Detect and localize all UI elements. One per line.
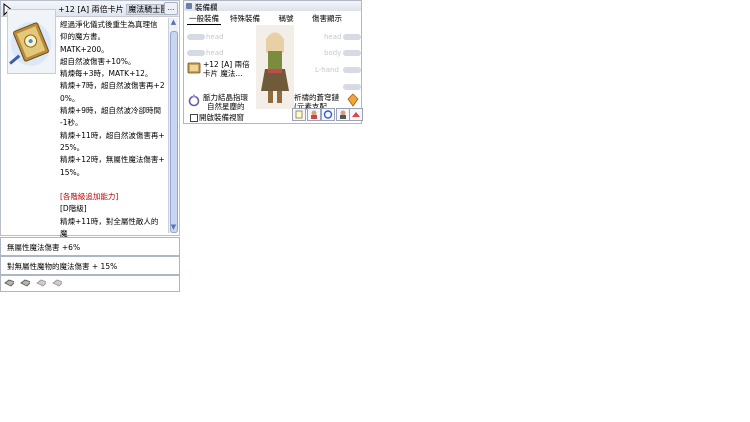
desc-grade-heading: [各階級追加能力] [60, 192, 119, 202]
open-equip-window-checkbox[interactable] [190, 114, 198, 122]
costume-icon[interactable] [336, 108, 350, 121]
item-title: +12 [A] 兩倍卡片 魔法騎士團 [58, 4, 171, 15]
equip-title: 裝備欄 [195, 3, 218, 12]
equipped-item-name[interactable]: +12 [A] 兩倍 卡片 魔法... [203, 60, 250, 78]
character-icon[interactable] [307, 108, 321, 121]
scrollbar-thumb[interactable] [170, 31, 178, 233]
slot-label: L-hand [315, 66, 339, 74]
desc-line: 精煉+12時，無屬性魔法傷害+ [60, 155, 165, 165]
shoes-icon[interactable] [349, 108, 363, 121]
open-equip-window-label: 開啟裝備視窗 [199, 113, 244, 122]
memo-icon[interactable] [292, 108, 306, 121]
card-slot-icon[interactable] [52, 279, 62, 287]
desc-line: -1秒。 [60, 118, 83, 128]
card-slot-row [0, 275, 180, 292]
more-button[interactable]: ... [164, 2, 178, 15]
swap-icon[interactable] [321, 108, 335, 121]
option-text: 無屬性魔法傷害 +6% [7, 243, 81, 252]
character-sprite [261, 32, 289, 103]
scroll-down-icon[interactable]: ▼ [169, 223, 178, 232]
desc-line: 精煉+7時，超自然波傷害再+2 [60, 81, 165, 91]
equip-slot[interactable] [343, 50, 361, 56]
tab-title[interactable]: 稱號 [274, 13, 298, 24]
equip-slot[interactable] [343, 84, 361, 90]
desc-line: 仰的魔方書。 [60, 32, 105, 42]
desc-line: 15%。 [60, 167, 85, 177]
item-image [7, 9, 56, 74]
desc-line: 精煉+9時，超自然波冷卻時間 [60, 106, 162, 116]
equip-slot[interactable] [187, 50, 205, 56]
item-description-window: +12 [A] 兩倍卡片 魔法騎士團 ... 經過淨化儀式後重生為真理信 仰的魔… [0, 0, 180, 238]
slot-label: head [206, 49, 224, 57]
amulet-icon[interactable] [346, 93, 360, 107]
desc-line: 0%。 [60, 93, 80, 103]
option-text: 對無屬性魔物的魔法傷害 + 15% [7, 262, 118, 271]
card-slot-icon[interactable] [36, 279, 46, 287]
slot-label: body [324, 49, 342, 57]
tab-special-equipment[interactable]: 特殊裝備 [227, 13, 263, 24]
window-icon [186, 3, 192, 9]
desc-line: 精煉+11時，超自然波傷害再+ [60, 130, 165, 140]
scroll-up-icon[interactable]: ▲ [169, 18, 178, 27]
desc-line: MATK+200。 [60, 44, 109, 54]
ring-icon[interactable] [187, 93, 201, 107]
desc-line [60, 179, 165, 191]
card-book-icon[interactable] [186, 60, 202, 76]
desc-line: 經過淨化儀式後重生為真理信 [60, 20, 158, 29]
card-slot-icon[interactable] [20, 279, 30, 287]
description-scrollbar[interactable]: ▲ ▼ [168, 18, 178, 233]
equip-slot[interactable] [343, 67, 361, 73]
tab-damage-display[interactable]: 傷害顯示 [308, 13, 346, 24]
item-description: 經過淨化儀式後重生為真理信 仰的魔方書。 MATK+200。 超自然波傷害+10… [60, 19, 165, 240]
item-option-row: 對無屬性魔物的魔法傷害 + 15% [0, 256, 180, 275]
equip-slot[interactable] [343, 34, 361, 40]
desc-line: [D階級] [60, 204, 87, 214]
slot-label: head [324, 33, 342, 41]
magic-book-icon [9, 22, 51, 66]
item-option-row: 無屬性魔法傷害 +6% [0, 237, 180, 256]
equip-slot[interactable] [187, 34, 205, 40]
equipped-accessory-name[interactable]: 脈力結晶指環 自然星塵的 [203, 93, 248, 111]
tab-general-equipment[interactable]: 一般裝備 [187, 13, 221, 25]
card-slot-icon[interactable] [4, 279, 14, 287]
slot-label: head [206, 33, 224, 41]
desc-line: 25%。 [60, 142, 85, 152]
desc-line: 超自然波傷害+10%。 [60, 56, 136, 66]
item-title-prefix: +12 [A] 兩倍卡片 [58, 5, 124, 14]
equip-title-bar[interactable]: 裝備欄 [184, 1, 361, 12]
equipment-window: 裝備欄 一般裝備 特殊裝備 稱號 傷害顯示 head head +12 [A] … [183, 0, 363, 124]
desc-line: 精煉每+3時，MATK+12。 [60, 69, 153, 79]
character-preview [256, 25, 294, 109]
